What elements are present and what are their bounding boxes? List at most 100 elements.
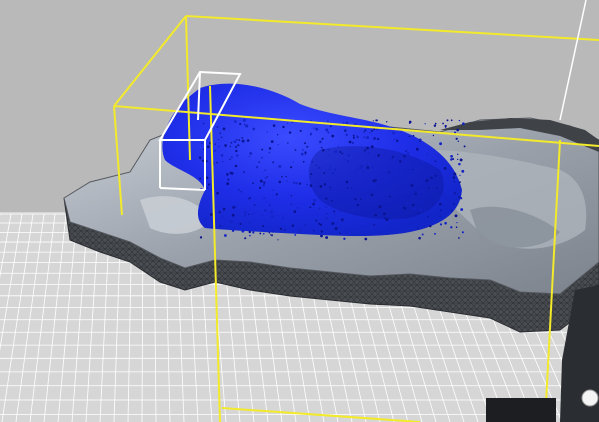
- fluid-particle: [323, 171, 326, 174]
- fluid-particle: [306, 145, 309, 148]
- fluid-particle: [361, 165, 363, 167]
- fluid-particle: [285, 175, 287, 178]
- fluid-particle: [457, 153, 459, 155]
- fluid-particle: [255, 165, 259, 169]
- fluid-particle: [311, 161, 313, 163]
- fluid-particle: [375, 119, 378, 122]
- fluid-particle: [440, 209, 442, 212]
- fluid-particle: [458, 162, 461, 166]
- fluid-particle: [234, 164, 238, 168]
- fluid-particle: [329, 186, 331, 188]
- fluid-particle: [251, 212, 254, 215]
- fluid-particle: [371, 187, 375, 191]
- fluid-particle: [249, 151, 253, 155]
- light-source-sphere[interactable]: [581, 389, 599, 407]
- fluid-particle: [392, 155, 395, 158]
- fluid-particle: [269, 204, 271, 206]
- fluid-particle: [340, 209, 343, 213]
- fluid-particle: [331, 134, 335, 138]
- fluid-particle: [369, 132, 371, 134]
- fluid-particle: [458, 237, 460, 239]
- fluid-particle: [387, 200, 389, 202]
- fluid-particle: [288, 131, 292, 134]
- fluid-particle: [364, 237, 368, 241]
- fluid-particle: [434, 174, 437, 177]
- fluid-particle: [372, 120, 375, 122]
- fluid-particle: [312, 202, 315, 206]
- fluid-particle: [325, 128, 329, 132]
- fluid-particle: [329, 187, 333, 191]
- fluid-particle: [412, 134, 415, 137]
- fluid-particle: [227, 178, 230, 181]
- fluid-particle: [235, 149, 238, 153]
- fluid-particle: [327, 120, 329, 122]
- fluid-particle: [239, 122, 242, 126]
- fluid-particle: [459, 158, 463, 162]
- fluid-particle: [239, 222, 242, 225]
- fluid-particle: [417, 208, 420, 211]
- fluid-particle: [318, 140, 322, 144]
- fluid-particle: [457, 140, 460, 143]
- fluid-particle: [373, 224, 376, 226]
- fluid-particle: [296, 207, 299, 209]
- fluid-particle: [309, 133, 312, 136]
- fluid-particle: [344, 158, 346, 161]
- fluid-particle: [238, 224, 241, 227]
- fluid-particle: [205, 176, 209, 180]
- fluid-particle: [226, 173, 229, 176]
- fluid-particle: [325, 217, 328, 220]
- fluid-particle: [230, 156, 233, 159]
- fluid-particle: [374, 179, 377, 182]
- fluid-particle: [279, 227, 283, 231]
- fluid-particle: [388, 171, 390, 174]
- fluid-particle: [230, 141, 233, 144]
- fluid-particle: [216, 191, 219, 195]
- fluid-particle: [259, 232, 262, 235]
- fluid-particle: [430, 168, 433, 170]
- fluid-particle: [427, 187, 430, 190]
- fluid-particle: [378, 205, 382, 209]
- fluid-particle: [325, 236, 329, 239]
- scene-canvas[interactable]: [0, 0, 599, 422]
- fluid-particle: [275, 193, 278, 196]
- fluid-particle: [241, 137, 244, 139]
- fluid-particle: [346, 122, 348, 124]
- fluid-particle: [237, 188, 240, 191]
- fluid-particle: [412, 168, 414, 171]
- fluid-particle: [455, 193, 458, 196]
- fluid-particle: [428, 168, 431, 171]
- fluid-particle: [264, 169, 267, 172]
- fluid-particle: [412, 207, 416, 211]
- fluid-particle: [345, 180, 349, 184]
- fluid-particle: [243, 214, 247, 217]
- fluid-particle: [248, 213, 250, 216]
- fluid-particle: [427, 216, 429, 218]
- fluid-particle: [424, 225, 427, 229]
- fluid-particle: [424, 123, 426, 125]
- fluid-particle: [383, 212, 386, 216]
- fluid-particle: [233, 140, 237, 144]
- fluid-particle: [462, 122, 465, 126]
- fluid-particle: [313, 229, 315, 232]
- fluid-particle: [453, 181, 455, 183]
- fluid-particle: [461, 169, 465, 173]
- fluid-particle: [281, 175, 283, 178]
- fluid-particle: [408, 135, 411, 138]
- fluid-particle: [343, 237, 346, 240]
- fluid-particle: [326, 169, 328, 171]
- fluid-particle: [281, 216, 284, 220]
- fluid-particle: [425, 179, 429, 182]
- fluid-particle: [419, 191, 421, 193]
- fluid-particle: [201, 159, 205, 163]
- fluid-particle: [366, 146, 369, 150]
- fluid-particle: [276, 134, 279, 136]
- fluid-particle: [327, 149, 330, 152]
- fluid-particle: [429, 224, 432, 228]
- 3d-viewport[interactable]: [0, 0, 599, 422]
- fluid-particle: [253, 204, 256, 206]
- fluid-particle: [259, 179, 263, 183]
- fluid-particle: [213, 149, 217, 152]
- fluid-particle: [344, 129, 347, 132]
- fluid-particle: [420, 201, 423, 204]
- fluid-particle: [456, 222, 458, 224]
